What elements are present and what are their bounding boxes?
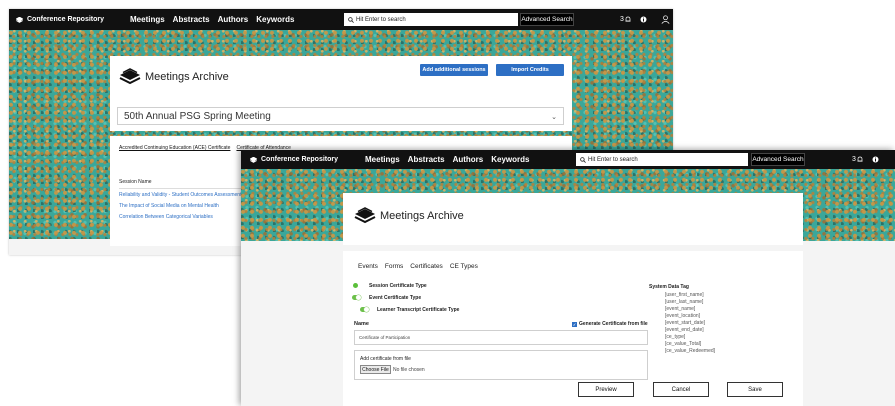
info-icon[interactable] [640, 16, 647, 23]
generate-from-file-label: Generate Certificate from file [579, 321, 648, 327]
session-link[interactable]: The Impact of Social Media on Mental Hea… [119, 201, 241, 212]
session-certificate-label: Session Certificate Type [369, 283, 427, 289]
nav-right: 3 [620, 9, 670, 30]
brand[interactable]: Conference Repository [16, 9, 104, 30]
learner-transcript-label: Learner Transcript Certificate Type [377, 307, 460, 313]
nav-authors[interactable]: Authors [218, 15, 249, 24]
info-icon[interactable] [872, 156, 879, 163]
tab-events[interactable]: Events [358, 263, 378, 270]
nav-authors[interactable]: Authors [453, 155, 484, 164]
search-placeholder: Hit Enter to search [588, 156, 638, 163]
brand[interactable]: Conference Repository [250, 150, 338, 169]
system-tag: [event_end_date] [665, 327, 704, 333]
search-placeholder: Hit Enter to search [356, 16, 406, 23]
session-name-header: Session Name [119, 179, 152, 185]
tab-forms[interactable]: Forms [385, 263, 403, 270]
brand-name: Conference Repository [261, 156, 339, 163]
brand-name: Conference Repository [27, 16, 105, 23]
advanced-search-button[interactable]: Advanced Search [751, 153, 805, 166]
search-icon [348, 16, 354, 23]
meeting-select-value: 50th Annual PSG Spring Meeting [124, 110, 271, 122]
brand-logo-icon [16, 16, 23, 23]
nav-links: Meetings Abstracts Authors Keywords [365, 150, 537, 169]
certificate-editor-panel: Events Forms Certificates CE Types Sessi… [343, 251, 803, 406]
system-tag: [event_start_date] [665, 320, 706, 326]
session-link[interactable]: Correlation Between Categorical Variable… [119, 212, 241, 223]
certificate-upload-box: Add certificate from file Choose File No… [354, 350, 648, 380]
search-input[interactable]: Hit Enter to search [344, 13, 518, 26]
brand-logo-icon [250, 156, 257, 163]
generate-from-file-checkbox[interactable]: ✓ Generate Certificate from file [572, 321, 648, 327]
bell-icon[interactable] [625, 16, 631, 23]
notification-count: 3 [852, 156, 856, 163]
import-credits-button[interactable]: Import Credits [496, 64, 564, 76]
meeting-select[interactable]: 50th Annual PSG Spring Meeting ⌄ [117, 107, 564, 125]
nav-keywords[interactable]: Keywords [491, 155, 529, 164]
tab-certificates[interactable]: Certificates [410, 263, 443, 270]
choose-file-button[interactable]: Choose File [360, 365, 391, 374]
preview-button[interactable]: Preview [578, 382, 634, 397]
save-button[interactable]: Save [727, 382, 783, 397]
search-icon [580, 156, 586, 163]
system-tag: [ce_type] [665, 334, 686, 340]
name-label: Name [354, 321, 369, 327]
event-certificate-toggle[interactable] [352, 295, 361, 300]
archive-heading: Meetings Archive [353, 207, 464, 225]
system-tag: [event_name] [665, 306, 696, 312]
nav-abstracts[interactable]: Abstracts [408, 155, 445, 164]
system-tag: [ce_value_Total] [665, 341, 702, 347]
nav-abstracts[interactable]: Abstracts [173, 15, 210, 24]
nav-keywords[interactable]: Keywords [256, 15, 294, 24]
meeting-select-card: 50th Annual PSG Spring Meeting ⌄ [110, 105, 572, 131]
archive-header-card: Meetings Archive [343, 193, 803, 245]
nav-right: 3 [852, 150, 879, 169]
top-navbar: Conference Repository Meetings Abstracts… [9, 9, 673, 30]
search-input[interactable]: Hit Enter to search [576, 153, 748, 166]
front-screenshot: Conference Repository Meetings Abstracts… [241, 150, 895, 406]
upload-label: Add certificate from file [360, 356, 411, 362]
nav-meetings[interactable]: Meetings [130, 15, 165, 24]
certificate-name-value: Certificate of Participation [359, 335, 411, 340]
top-navbar: Conference Repository Meetings Abstracts… [241, 150, 895, 169]
certificate-name-input[interactable]: Certificate of Participation [354, 330, 648, 345]
archive-logo-icon [119, 68, 141, 85]
system-data-tag-list: [user_first_name] [user_last_name] [even… [665, 292, 715, 355]
tab-ce-types[interactable]: CE Types [450, 263, 478, 270]
system-tag: [ce_value_Redeemed] [665, 348, 716, 354]
session-list: Reliability and Validity - Student Outco… [119, 190, 241, 223]
system-tag: [event_location] [665, 313, 701, 319]
session-link[interactable]: Reliability and Validity - Student Outco… [119, 190, 241, 201]
archive-heading: Meetings Archive [118, 68, 229, 86]
archive-logo-icon [354, 207, 376, 224]
learner-transcript-toggle[interactable] [360, 307, 369, 312]
session-certificate-toggle[interactable] [353, 283, 358, 288]
add-sessions-button[interactable]: Add additional sessions [420, 64, 488, 76]
editor-tabs: Events Forms Certificates CE Types [358, 263, 485, 270]
notification-count: 3 [620, 16, 624, 23]
system-data-tag-title: System Data Tag [649, 284, 689, 290]
system-tag: [user_first_name] [665, 292, 704, 298]
event-certificate-label: Event Certificate Type [369, 295, 422, 301]
user-icon[interactable] [661, 15, 670, 24]
cancel-button[interactable]: Cancel [653, 382, 709, 397]
bell-icon[interactable] [857, 156, 863, 163]
advanced-search-button[interactable]: Advanced Search [520, 13, 574, 26]
check-icon: ✓ [572, 321, 577, 327]
archive-title: Meetings Archive [380, 210, 464, 222]
nav-meetings[interactable]: Meetings [365, 155, 400, 164]
chevron-down-icon: ⌄ [551, 114, 557, 121]
tab-ace-certificate[interactable]: Accredited Continuing Education (ACE) Ce… [119, 145, 230, 151]
nav-links: Meetings Abstracts Authors Keywords [130, 9, 302, 30]
system-tag: [user_last_name] [665, 299, 704, 305]
archive-header-card: Meetings Archive Add additional sessions… [110, 56, 572, 105]
no-file-text: No file chosen [393, 367, 425, 373]
archive-title: Meetings Archive [145, 71, 229, 83]
